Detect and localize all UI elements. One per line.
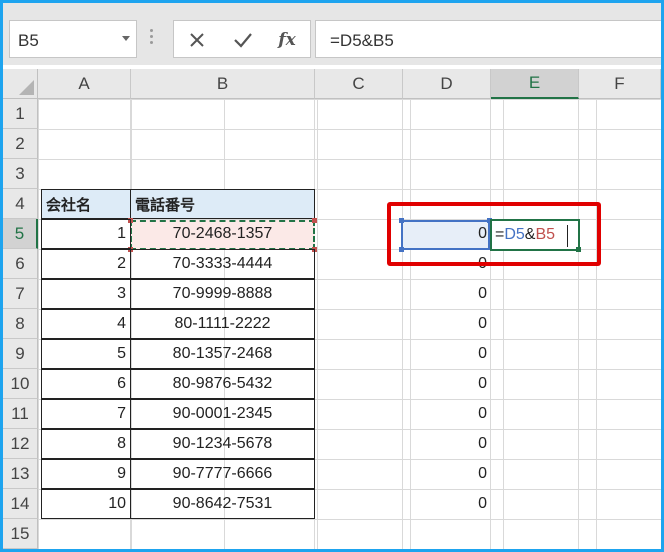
cell-d7[interactable]: 0 bbox=[402, 279, 491, 309]
formula-token: = bbox=[495, 226, 505, 243]
cell-b12[interactable]: 90-1234-5678 bbox=[130, 429, 315, 459]
cell-a6[interactable]: 2 bbox=[41, 249, 131, 279]
cell-b6[interactable]: 70-3333-4444 bbox=[130, 249, 315, 279]
text-caret bbox=[567, 225, 568, 247]
cell-d13[interactable]: 0 bbox=[402, 459, 491, 489]
cell-a11[interactable]: 7 bbox=[41, 399, 131, 429]
cell-a12[interactable]: 8 bbox=[41, 429, 131, 459]
cell-b5[interactable]: 70-2468-1357 bbox=[130, 219, 315, 249]
cell-d9[interactable]: 0 bbox=[402, 339, 491, 369]
formula-ref-d5: D5 bbox=[504, 226, 525, 243]
cell-a13[interactable]: 9 bbox=[41, 459, 131, 489]
cell-a5[interactable]: 1 bbox=[41, 219, 131, 249]
cell-b14[interactable]: 90-8642-7531 bbox=[130, 489, 315, 519]
cell-b11[interactable]: 90-0001-2345 bbox=[130, 399, 315, 429]
cell-a9[interactable]: 5 bbox=[41, 339, 131, 369]
cell-b9[interactable]: 80-1357-2468 bbox=[130, 339, 315, 369]
cell-d6[interactable]: 0 bbox=[402, 249, 491, 279]
formula-ref-b5: B5 bbox=[535, 226, 556, 243]
cell-b13[interactable]: 90-7777-6666 bbox=[130, 459, 315, 489]
header-company[interactable]: 会社名 bbox=[41, 189, 131, 219]
formula-token: & bbox=[524, 226, 536, 243]
cell-e5-editor[interactable]: = D5 & B5 bbox=[490, 219, 580, 251]
cell-b10[interactable]: 80-9876-5432 bbox=[130, 369, 315, 399]
cell-d11[interactable]: 0 bbox=[402, 399, 491, 429]
cell-b8[interactable]: 80-1111-2222 bbox=[130, 309, 315, 339]
cell-d8[interactable]: 0 bbox=[402, 309, 491, 339]
header-phone[interactable]: 電話番号 bbox=[130, 189, 315, 219]
cell-a7[interactable]: 3 bbox=[41, 279, 131, 309]
cell-a14[interactable]: 10 bbox=[41, 489, 131, 519]
cell-a10[interactable]: 6 bbox=[41, 369, 131, 399]
cell-b7[interactable]: 70-9999-8888 bbox=[130, 279, 315, 309]
cell-d12[interactable]: 0 bbox=[402, 429, 491, 459]
cell-d14[interactable]: 0 bbox=[402, 489, 491, 519]
cell-d5[interactable]: 0 bbox=[402, 219, 491, 249]
app-window: B5 fx =D5&B5 A B C D E F 1 2 3 4 5 6 7 8… bbox=[0, 0, 664, 552]
cell-d10[interactable]: 0 bbox=[402, 369, 491, 399]
cell-a8[interactable]: 4 bbox=[41, 309, 131, 339]
fill-handle[interactable] bbox=[576, 247, 581, 252]
